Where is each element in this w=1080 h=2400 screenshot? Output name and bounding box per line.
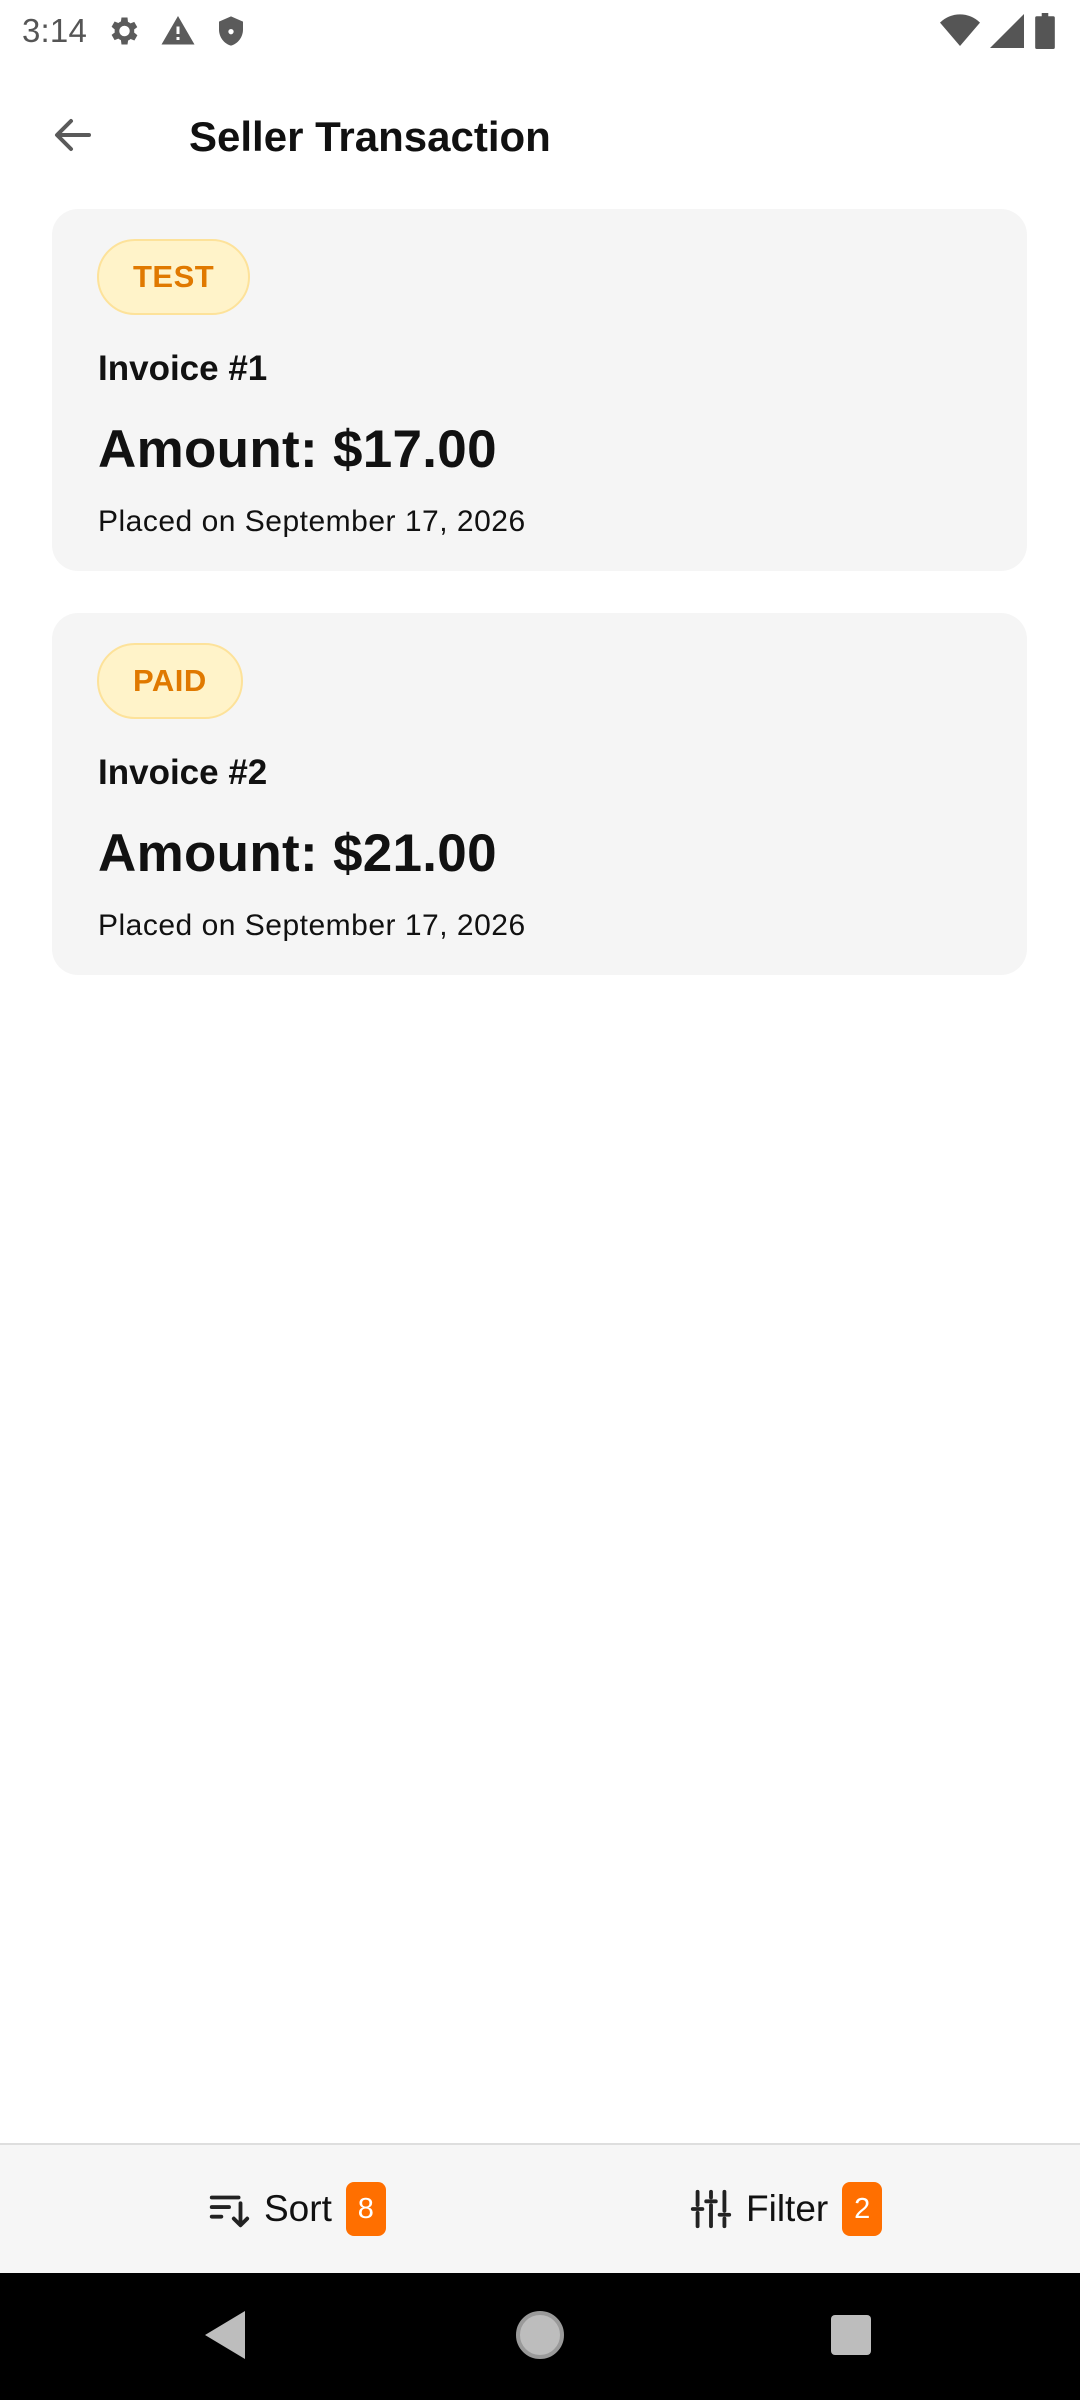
filter-count-badge: 2 xyxy=(842,2182,883,2236)
system-navigation-bar xyxy=(0,2273,1080,2400)
filter-label: Filter xyxy=(746,2188,829,2229)
cellular-signal-icon xyxy=(990,14,1024,48)
battery-icon xyxy=(1034,13,1056,49)
wifi-icon xyxy=(940,14,980,48)
status-time: 3:14 xyxy=(22,12,88,49)
sort-button[interactable]: Sort 8 xyxy=(206,2145,386,2273)
bottom-action-bar: Sort 8 Filter 2 xyxy=(0,2143,1080,2273)
arrow-left-icon xyxy=(49,111,97,164)
invoice-number: Invoice #2 xyxy=(98,753,268,792)
nav-recents-button[interactable] xyxy=(815,2301,887,2373)
invoice-amount: Amount: $21.00 xyxy=(98,824,497,883)
status-bar-right xyxy=(940,13,1056,49)
warning-icon xyxy=(159,13,197,49)
sort-icon xyxy=(206,2186,252,2232)
status-badge: TEST xyxy=(97,239,251,315)
status-bar: 3:14 xyxy=(0,0,1080,62)
invoice-amount: Amount: $17.00 xyxy=(98,420,497,479)
sort-label: Sort xyxy=(264,2188,332,2229)
gear-icon xyxy=(105,13,141,49)
circle-home-icon xyxy=(514,2309,566,2366)
nav-back-button[interactable] xyxy=(189,2301,261,2373)
filter-sliders-icon xyxy=(688,2186,734,2232)
sort-count-badge: 8 xyxy=(345,2182,386,2236)
status-bar-left: 3:14 xyxy=(22,12,247,50)
nav-home-button[interactable] xyxy=(504,2301,576,2373)
placed-date: Placed on September 17, 2026 xyxy=(98,505,526,538)
shield-icon xyxy=(215,13,247,49)
app-bar: Seller Transaction xyxy=(0,62,1080,210)
back-button[interactable] xyxy=(38,102,108,172)
page-title: Seller Transaction xyxy=(189,113,551,160)
filter-button[interactable]: Filter 2 xyxy=(688,2145,883,2273)
status-badge: PAID xyxy=(97,643,243,719)
invoice-number: Invoice #1 xyxy=(98,349,268,388)
placed-date: Placed on September 17, 2026 xyxy=(98,909,526,942)
invoice-card[interactable]: PAID Invoice #2 Amount: $21.00 Placed on… xyxy=(52,613,1027,975)
invoice-card[interactable]: TEST Invoice #1 Amount: $17.00 Placed on… xyxy=(52,209,1027,571)
triangle-back-icon xyxy=(201,2309,249,2366)
square-recents-icon xyxy=(829,2313,873,2362)
